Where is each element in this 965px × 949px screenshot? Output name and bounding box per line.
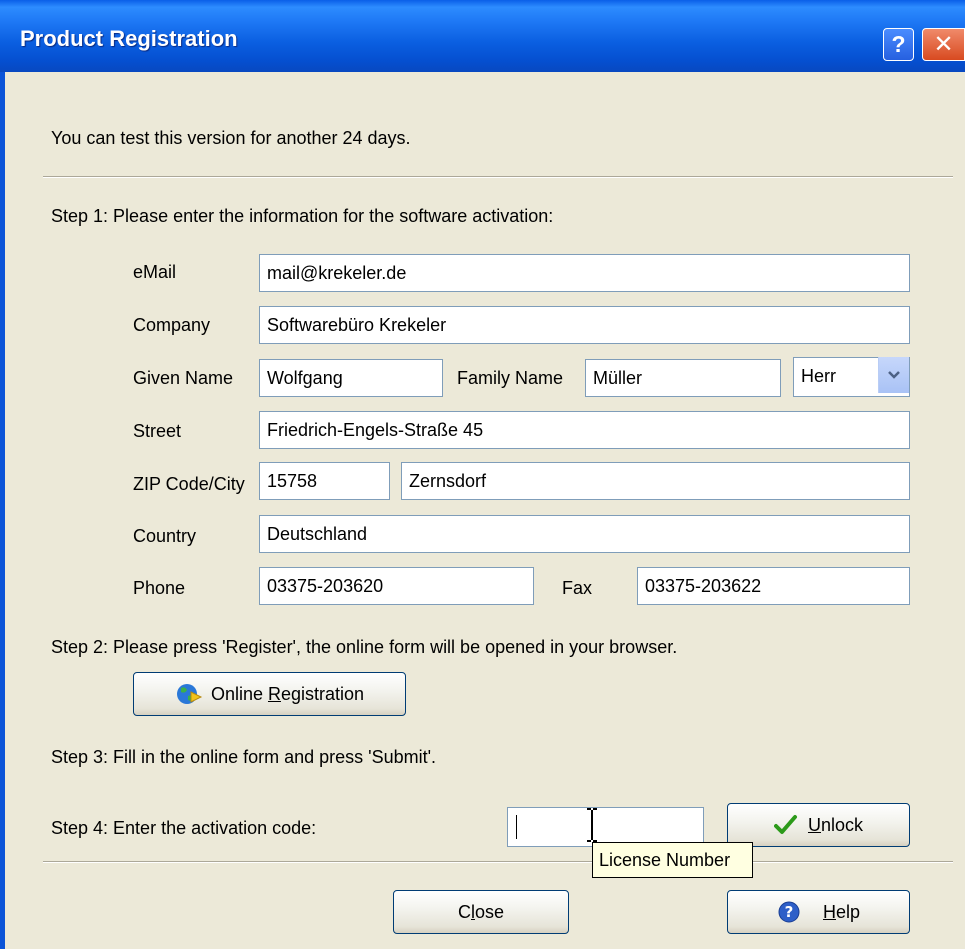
fax-label: Fax: [562, 578, 593, 598]
separator: [43, 861, 953, 863]
salutation-dropdown-button[interactable]: [878, 357, 909, 393]
email-field[interactable]: mail@krekeler.de: [259, 254, 910, 292]
text-caret: [516, 815, 517, 839]
help-icon: ?: [891, 31, 906, 57]
separator: [43, 176, 953, 178]
family-name-label: Family Name: [457, 368, 564, 388]
close-icon: ✕: [933, 31, 954, 58]
street-field[interactable]: Friedrich-Engels-Straße 45: [259, 411, 910, 449]
salutation-value: Herr: [801, 366, 836, 386]
family-name-field[interactable]: Müller: [585, 359, 781, 397]
chevron-down-icon: [888, 371, 900, 379]
help-label: Help: [822, 901, 861, 922]
globe-icon: [176, 684, 203, 704]
close-button[interactable]: Close: [393, 890, 569, 934]
help-button[interactable]: ? Help: [727, 890, 910, 934]
phone-field[interactable]: 03375-203620: [259, 567, 534, 605]
country-field[interactable]: Deutschland: [259, 515, 910, 553]
ibeam-cursor-icon: [587, 808, 597, 842]
online-registration-button[interactable]: Online Registration: [133, 672, 406, 716]
close-label: Close: [457, 901, 505, 922]
trial-notice: You can test this version for another 24…: [51, 128, 411, 148]
given-name-label: Given Name: [133, 368, 234, 388]
zip-city-label: ZIP Code/City: [133, 474, 245, 494]
license-number-tooltip: License Number: [592, 842, 753, 878]
step2-text: Step 2: Please press 'Register', the onl…: [51, 637, 678, 657]
online-registration-label: Online Registration: [210, 683, 365, 704]
step4-text: Step 4: Enter the activation code:: [51, 818, 317, 838]
activation-code-field[interactable]: [507, 807, 704, 847]
title-help-button[interactable]: ?: [883, 28, 914, 61]
checkmark-icon: [773, 815, 797, 834]
step3-text: Step 3: Fill in the online form and pres…: [51, 747, 437, 767]
given-name-field[interactable]: Wolfgang: [259, 359, 443, 397]
email-label: eMail: [133, 262, 177, 282]
company-label: Company: [133, 315, 211, 335]
title-close-button[interactable]: ✕: [922, 28, 965, 61]
city-field[interactable]: Zernsdorf: [401, 462, 910, 500]
window-title: Product Registration: [20, 26, 238, 51]
help-icon: ?: [778, 901, 800, 923]
unlock-button[interactable]: Unlock: [727, 803, 910, 847]
zip-field[interactable]: 15758: [259, 462, 390, 500]
street-label: Street: [133, 421, 182, 441]
unlock-label: Unlock: [807, 814, 864, 835]
country-label: Country: [133, 526, 197, 546]
svg-text:?: ?: [785, 903, 794, 921]
phone-label: Phone: [133, 578, 186, 598]
company-field[interactable]: Softwarebüro Krekeler: [259, 306, 910, 344]
fax-field[interactable]: 03375-203622: [637, 567, 910, 605]
step1-text: Step 1: Please enter the information for…: [51, 206, 554, 226]
